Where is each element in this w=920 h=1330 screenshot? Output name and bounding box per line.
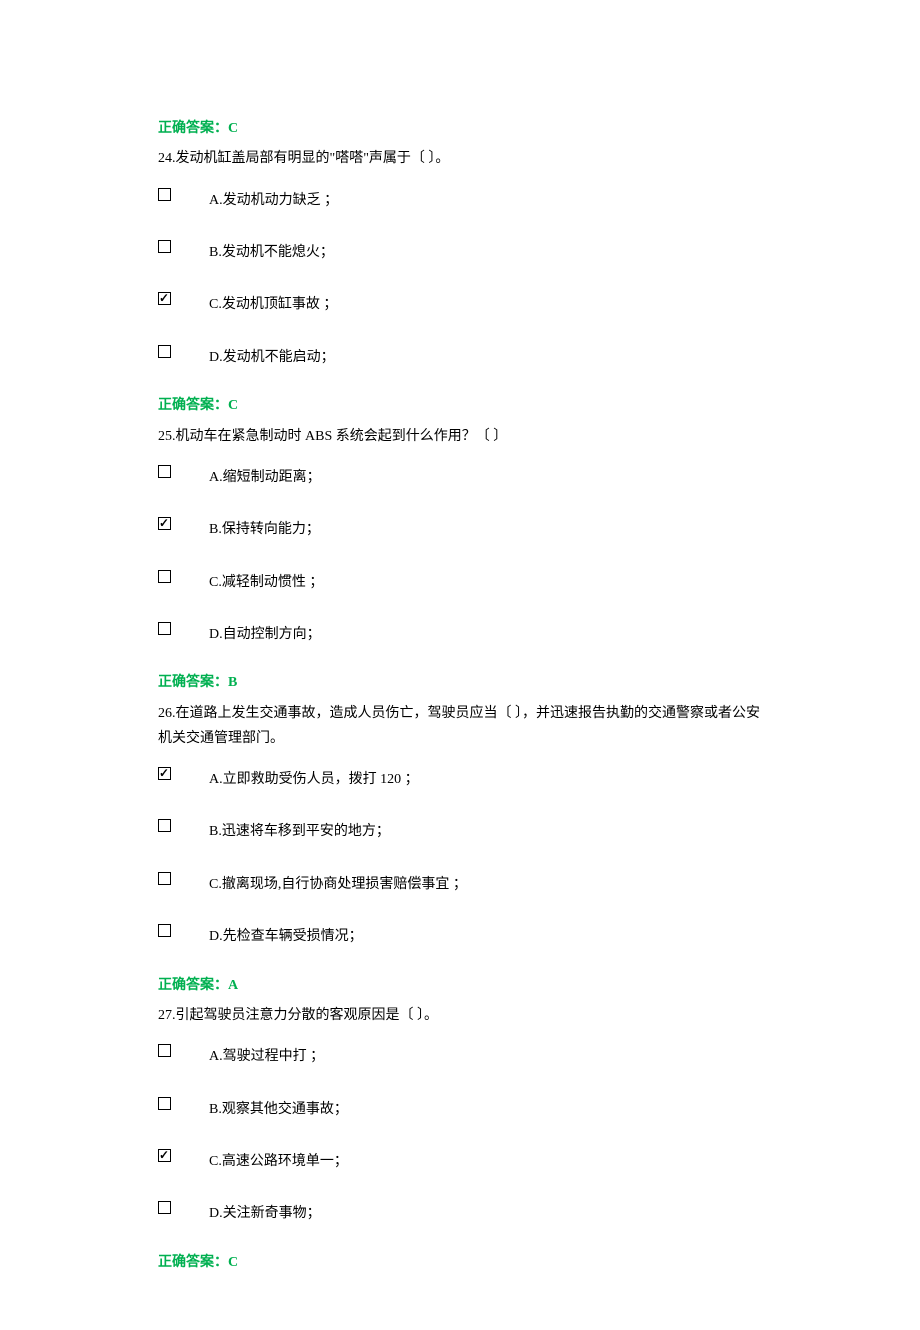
option-label: C.发动机顶缸事故 ； <box>209 290 337 316</box>
option-row: C.高速公路环境单一； <box>158 1147 762 1173</box>
option-label: D.自动控制方向； <box>209 620 321 646</box>
option-row: D.先检查车辆受损情况； <box>158 922 762 948</box>
correct-answer-label: 正确答案：C <box>158 1252 762 1274</box>
option-checkbox[interactable] <box>158 1201 171 1214</box>
option-row: C.撤离现场,自行协商处理损害赔偿事宜 ； <box>158 870 762 896</box>
option-row: C.发动机顶缸事故 ； <box>158 290 762 316</box>
option-checkbox[interactable] <box>158 517 171 530</box>
option-checkbox[interactable] <box>158 292 171 305</box>
option-label: C.减轻制动惯性 ； <box>209 568 323 594</box>
option-label: A.立即救助受伤人员，拨打 120 ； <box>209 765 419 791</box>
option-checkbox[interactable] <box>158 1044 171 1057</box>
option-checkbox[interactable] <box>158 188 171 201</box>
question-block: 25.机动车在紧急制动时 ABS 系统会起到什么作用？〔 〕 A.缩短制动距离； B… <box>158 424 762 647</box>
option-label: D.发动机不能启动； <box>209 343 335 369</box>
option-row: B.观察其他交通事故； <box>158 1095 762 1121</box>
option-checkbox[interactable] <box>158 924 171 937</box>
option-label: D.先检查车辆受损情况； <box>209 922 363 948</box>
option-row: A.驾驶过程中打 ； <box>158 1042 762 1068</box>
option-label: D.关注新奇事物； <box>209 1199 321 1225</box>
option-checkbox[interactable] <box>158 1097 171 1110</box>
option-row: B.保持转向能力； <box>158 515 762 541</box>
option-label: B.迅速将车移到平安的地方； <box>209 817 390 843</box>
correct-answer-label: 正确答案：C <box>158 118 762 140</box>
option-checkbox[interactable] <box>158 622 171 635</box>
option-row: D.自动控制方向； <box>158 620 762 646</box>
option-row: B.迅速将车移到平安的地方； <box>158 817 762 843</box>
question-text: 24.发动机缸盖局部有明显的"嗒嗒"声属于〔 〕。 <box>158 146 762 171</box>
option-row: D.关注新奇事物； <box>158 1199 762 1225</box>
option-checkbox[interactable] <box>158 1149 171 1162</box>
correct-answer-label: 正确答案：A <box>158 975 762 997</box>
option-label: C.高速公路环境单一； <box>209 1147 348 1173</box>
option-label: C.撤离现场,自行协商处理损害赔偿事宜 ； <box>209 870 467 896</box>
question-block: 24.发动机缸盖局部有明显的"嗒嗒"声属于〔 〕。 A.发动机动力缺乏 ； B.发动… <box>158 146 762 369</box>
question-block: 27.引起驾驶员注意力分散的客观原因是〔 〕。 A.驾驶过程中打 ； B.观察其他交… <box>158 1003 762 1226</box>
correct-answer-label: 正确答案：C <box>158 395 762 417</box>
question-block: 26.在道路上发生交通事故，造成人员伤亡，驾驶员应当〔 〕，并迅速报告执勤的交通… <box>158 701 762 949</box>
option-checkbox[interactable] <box>158 345 171 358</box>
correct-answer-label: 正确答案：B <box>158 672 762 694</box>
option-label: B.保持转向能力； <box>209 515 320 541</box>
option-checkbox[interactable] <box>158 872 171 885</box>
question-text: 27.引起驾驶员注意力分散的客观原因是〔 〕。 <box>158 1003 762 1028</box>
option-label: B.观察其他交通事故； <box>209 1095 348 1121</box>
option-label: A.发动机动力缺乏 ； <box>209 186 338 212</box>
option-row: A.立即救助受伤人员，拨打 120 ； <box>158 765 762 791</box>
option-checkbox[interactable] <box>158 570 171 583</box>
option-row: D.发动机不能启动； <box>158 343 762 369</box>
option-label: A.缩短制动距离； <box>209 463 321 489</box>
option-row: B.发动机不能熄火； <box>158 238 762 264</box>
option-label: A.驾驶过程中打 ； <box>209 1042 324 1068</box>
question-text: 25.机动车在紧急制动时 ABS 系统会起到什么作用？〔 〕 <box>158 424 762 449</box>
option-checkbox[interactable] <box>158 465 171 478</box>
option-checkbox[interactable] <box>158 819 171 832</box>
question-text: 26.在道路上发生交通事故，造成人员伤亡，驾驶员应当〔 〕，并迅速报告执勤的交通… <box>158 701 762 751</box>
option-row: C.减轻制动惯性 ； <box>158 568 762 594</box>
option-row: A.缩短制动距离； <box>158 463 762 489</box>
option-checkbox[interactable] <box>158 240 171 253</box>
option-label: B.发动机不能熄火； <box>209 238 334 264</box>
option-checkbox[interactable] <box>158 767 171 780</box>
option-row: A.发动机动力缺乏 ； <box>158 186 762 212</box>
